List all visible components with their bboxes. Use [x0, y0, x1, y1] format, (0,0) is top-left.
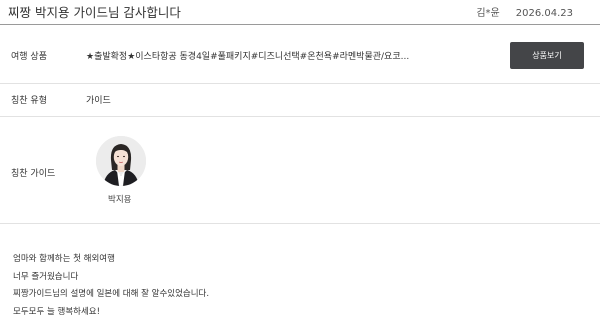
product-row: 여행 상품 ★출발확정★이스타항공 동경4일#풀패키지#디즈니선택#온천욕#라멘…: [0, 25, 600, 84]
review-date: 2026.04.23: [516, 8, 573, 19]
praise-type-row: 칭찬 유형 가이드: [0, 84, 600, 117]
review-header: 찌짱 박지용 가이드님 감사합니다 김*윤 2026.04.23: [0, 0, 600, 25]
praise-type-value: 가이드: [86, 93, 111, 106]
guide-avatar: [96, 136, 146, 186]
review-line: 찌짱가이드님의 설명에 일본에 대해 잘 알수있었습니다.: [13, 286, 209, 304]
review-meta: 김*윤 2026.04.23: [476, 4, 573, 19]
praise-guide-label: 칭찬 가이드: [11, 166, 55, 179]
review-line: 엄마와 함께하는 첫 해외여행: [13, 251, 209, 269]
product-label: 여행 상품: [11, 49, 47, 62]
view-product-button[interactable]: 상품보기: [510, 42, 584, 69]
praise-guide-row: 칭찬 가이드 박지용: [0, 117, 600, 224]
review-author: 김*윤: [476, 8, 499, 19]
guide-photo: [96, 136, 146, 186]
review-body: 엄마와 함께하는 첫 해외여행 너무 즐거웠습니다 찌짱가이드님의 설명에 일본…: [13, 251, 209, 321]
guide-name: 박지용: [108, 193, 131, 205]
review-title: 찌짱 박지용 가이드님 감사합니다: [8, 2, 181, 21]
praise-type-label: 칭찬 유형: [11, 93, 47, 106]
review-line: 너무 즐거웠습니다: [13, 269, 209, 287]
review-line: 모두모두 늘 행복하세요!: [13, 304, 209, 321]
product-name[interactable]: ★출발확정★이스타항공 동경4일#풀패키지#디즈니선택#온천욕#라멘박물관/요코…: [86, 49, 416, 62]
